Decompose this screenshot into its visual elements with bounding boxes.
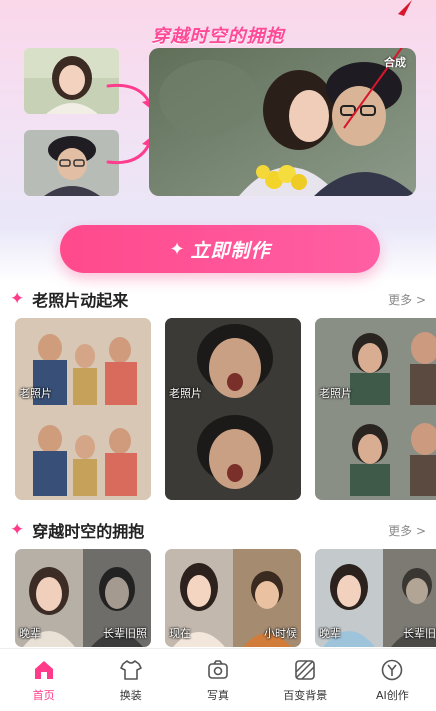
section-title: 老照片动起来 [32,291,129,310]
card-label: 老照片 [319,387,352,400]
old-photo-card[interactable]: 老照片 [165,318,301,500]
create-now-label: 立即制作 [190,239,271,262]
tab-outfit[interactable]: 换装 [87,649,174,711]
tab-label: 换装 [119,689,142,702]
time-hug-card[interactable]: 晚辈 长辈旧照 [315,549,436,647]
card-label-right: 长辈旧照 [103,627,147,640]
tab-label: 首页 [32,689,55,702]
home-icon [31,657,57,683]
section-title: 穿越时空的拥抱 [32,522,145,541]
tab-backgrounds[interactable]: 百变背景 [262,649,349,711]
more-link[interactable]: 更多 > [388,291,426,308]
old-photos-row: 老照片 老照片 老照片 [15,318,436,500]
camera-icon [205,657,231,683]
card-label: 老照片 [19,387,52,400]
card-label: 老照片 [169,387,202,400]
tab-ai-create[interactable]: AI创作 [349,649,436,711]
bottom-tab-bar: 首页 换装 写真 百变背景 AI创作 [0,648,436,711]
create-now-button[interactable]: ✦ 立即制作 [60,225,380,273]
tab-portrait[interactable]: 写真 [174,649,261,711]
sparkle-icon: ✦ [10,289,25,309]
card-label-left: 晚辈 [319,627,341,640]
time-hug-card[interactable]: 现在 小时候 [165,549,301,647]
annotation-arrow-icon [398,0,412,16]
section-header-time-hug: ✦ 穿越时空的拥抱 更多 > [10,518,430,542]
card-label-right: 小时候 [264,627,297,640]
card-label-right: 长辈旧照 [403,627,436,640]
card-label-left: 现在 [169,627,191,640]
shirt-icon [118,657,144,683]
card-label-left: 晚辈 [19,627,41,640]
tab-home[interactable]: 首页 [0,649,87,711]
sparkle-icon: ✦ [10,520,25,540]
compose-tag: 合成 [384,56,406,69]
tab-label: 百变背景 [283,689,328,702]
time-hug-card[interactable]: 晚辈 长辈旧照 [15,549,151,647]
tab-label: AI创作 [376,689,409,702]
hug-result-preview: 合成 [149,48,416,196]
old-photo-card[interactable]: 老照片 [15,318,151,500]
tab-label: 写真 [207,689,229,702]
sparkle-icon: ✦ [169,238,185,260]
more-link[interactable]: 更多 > [388,522,426,539]
ai-y-icon [379,657,405,683]
section-header-old-photos: ✦ 老照片动起来 更多 > [10,287,430,311]
old-photo-card[interactable]: 老照片 [315,318,436,500]
stripes-icon [292,657,318,683]
hero-title: 穿越时空的拥抱 [151,26,285,47]
hero-banner[interactable]: 穿越时空的拥抱 合成 ✦ 立即制作 [0,0,436,282]
